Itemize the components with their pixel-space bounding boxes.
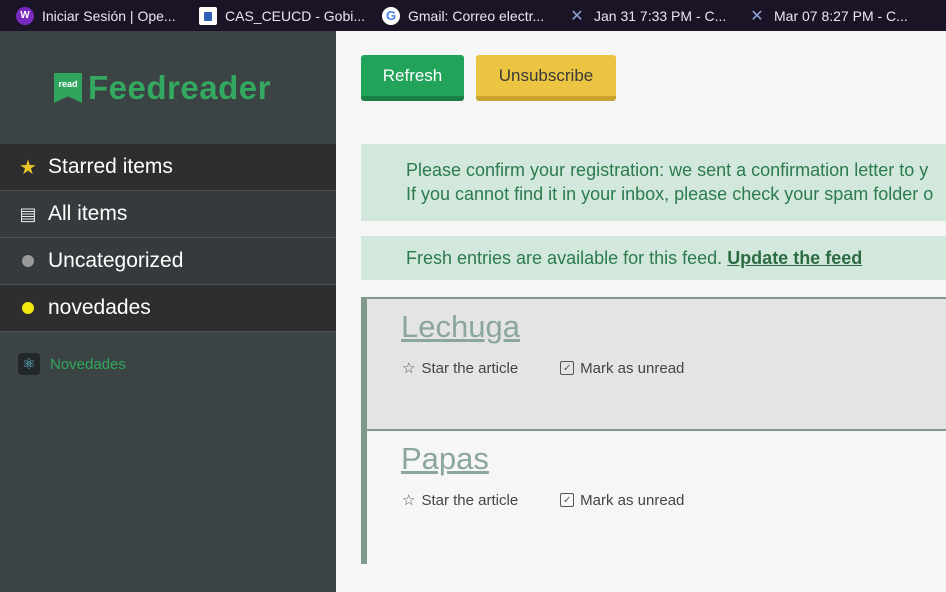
sidebar-item-label: Starred items [48,155,173,178]
star-outline-icon: ☆ [402,360,416,377]
bookmark-label: Gmail: Correo electr... [408,7,545,24]
mark-unread-button[interactable]: ✓ Mark as unread [560,492,684,509]
fresh-text: Fresh entries are available for this fee… [406,248,723,268]
bookmark-1[interactable]: W Iniciar Sesión | Ope... [16,0,199,31]
sidebar-item-all[interactable]: ▤ All items [0,191,336,238]
star-article-label: Star the article [421,359,519,377]
mark-unread-label: Mark as unread [580,491,685,509]
react-icon: ⚛ [18,353,40,375]
mark-unread-label: Mark as unread [580,359,685,377]
bookmark-3[interactable]: G Gmail: Correo electr... [382,0,568,31]
document-icon [199,6,217,25]
app-logo[interactable]: read Feedreader [54,69,271,107]
star-article-button[interactable]: ☆ Star the article [402,359,519,378]
confirmation-notice: Please confirm your registration: we sen… [361,144,946,221]
sidebar-item-starred[interactable]: ★ Starred items [0,144,336,191]
wasp-icon: W [16,6,34,25]
bookmark-4[interactable]: ✕ Jan 31 7:33 PM - C... [568,0,748,31]
x-icon: ✕ [750,7,764,25]
yellow-dot-icon [18,302,38,314]
star-article-label: Star the article [421,491,519,509]
article-item: Lechuga ☆ Star the article ✓ Mark as unr… [361,297,946,431]
update-feed-link[interactable]: Update the feed [727,248,862,268]
sidebar-item-uncategorized[interactable]: Uncategorized [0,238,336,285]
checkbox-icon: ✓ [560,361,575,375]
sidebar: read Feedreader ★ Starred items ▤ All it… [0,31,336,592]
logo-badge: read [54,73,82,103]
checkbox-icon: ✓ [560,493,575,507]
confirm-line-1: Please confirm your registration: we sen… [406,160,929,180]
star-icon: ★ [19,156,37,179]
bookmark-label: Jan 31 7:33 PM - C... [594,7,727,24]
article-title[interactable]: Lechuga [401,309,520,345]
list-icon: ▤ [19,203,37,224]
sidebar-item-label: novedades [48,296,151,319]
sidebar-item-label: All items [48,202,128,225]
bookmark-5[interactable]: ✕ Mar 07 8:27 PM - C... [748,0,928,31]
main-content: Refresh Unsubscribe Please confirm your … [336,31,946,592]
fresh-entries-notice: Fresh entries are available for this fee… [361,236,946,280]
article-item: Papas ☆ Star the article ✓ Mark as unrea… [361,429,946,564]
x-icon: ✕ [570,7,584,25]
feed-item-novedades[interactable]: ⚛ Novedades [18,353,126,375]
bookmarks-bar: W Iniciar Sesión | Ope... CAS_CEUCD - Go… [0,0,946,31]
bookmark-label: CAS_CEUCD - Gobi... [225,7,366,24]
google-icon: G [382,6,400,25]
bookmark-2[interactable]: CAS_CEUCD - Gobi... [199,0,382,31]
article-title[interactable]: Papas [401,441,489,477]
mark-unread-button[interactable]: ✓ Mark as unread [560,360,684,377]
article-actions: ☆ Star the article ✓ Mark as unread [402,491,684,510]
sidebar-item-label: Uncategorized [48,249,184,272]
star-outline-icon: ☆ [402,492,416,509]
sidebar-item-novedades[interactable]: novedades [0,285,336,332]
logo-text: Feedreader [88,69,271,106]
confirm-line-2: If you cannot find it in your inbox, ple… [406,184,934,204]
star-article-button[interactable]: ☆ Star the article [402,491,519,510]
bookmark-label: Mar 07 8:27 PM - C... [774,7,908,24]
sidebar-nav: ★ Starred items ▤ All items Uncategorize… [0,144,336,332]
article-actions: ☆ Star the article ✓ Mark as unread [402,359,684,378]
unsubscribe-button[interactable]: Unsubscribe [476,55,616,101]
feed-label: Novedades [50,355,126,373]
gray-dot-icon [18,255,38,267]
refresh-button[interactable]: Refresh [361,55,464,101]
bookmark-label: Iniciar Sesión | Ope... [42,7,176,24]
